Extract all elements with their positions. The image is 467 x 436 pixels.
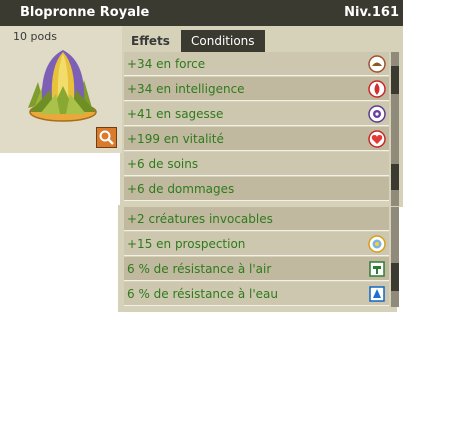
item-name: Blopronne Royale xyxy=(20,5,150,20)
effect-row: 6 % de résistance à l'eau xyxy=(124,282,389,306)
magnifier-icon xyxy=(99,130,114,145)
effect-row: +6 de soins xyxy=(124,152,389,176)
effect-text: +6 de soins xyxy=(127,157,199,171)
effect-row: 6 % de résistance à l'air xyxy=(124,257,389,281)
effect-row: +199 en vitalité xyxy=(124,127,389,151)
scrollbar-thumb[interactable] xyxy=(391,263,399,291)
prospection-icon xyxy=(368,235,386,253)
effect-text: 6 % de résistance à l'eau xyxy=(127,287,278,301)
scrollbar-thumb[interactable] xyxy=(391,66,399,94)
effect-text: +2 créatures invocables xyxy=(127,212,273,226)
effect-row: +2 créatures invocables xyxy=(124,207,389,231)
effect-text: +34 en force xyxy=(127,57,206,71)
effect-row: +15 en prospection xyxy=(124,232,389,256)
scrollbar-upper[interactable] xyxy=(391,52,399,152)
effect-text: +6 de dommages xyxy=(127,182,235,196)
tab-bar: Effets Conditions xyxy=(122,26,403,52)
effect-text: +41 en sagesse xyxy=(127,107,224,121)
effect-text: +34 en intelligence xyxy=(127,82,245,96)
item-level: Niv.161 xyxy=(344,5,399,20)
earth-element-icon xyxy=(368,55,386,73)
title-bar: Blopronne Royale Niv.161 xyxy=(0,0,403,26)
tab-conditions[interactable]: Conditions xyxy=(181,30,265,52)
scrollbar-middle[interactable] xyxy=(391,152,399,206)
crown-item-image xyxy=(28,50,97,122)
item-preview: 10 pods xyxy=(0,26,122,153)
effect-text: +199 en vitalité xyxy=(127,132,224,146)
effect-row: +6 de dommages xyxy=(124,177,389,201)
effect-row: +34 en intelligence xyxy=(124,77,389,101)
effect-row: +34 en force xyxy=(124,52,389,76)
effect-row: +41 en sagesse xyxy=(124,102,389,126)
fire-element-icon xyxy=(368,80,386,98)
wisdom-icon xyxy=(368,105,386,123)
tab-effects[interactable]: Effets xyxy=(125,30,182,52)
preview-zoom-button[interactable] xyxy=(96,127,117,148)
scrollbar-lower[interactable] xyxy=(391,207,399,307)
effect-text: 6 % de résistance à l'air xyxy=(127,262,272,276)
scrollbar-thumb[interactable] xyxy=(391,164,399,190)
vitality-heart-icon xyxy=(368,130,386,148)
water-element-icon xyxy=(369,286,385,302)
air-element-icon xyxy=(369,261,385,277)
effect-text: +15 en prospection xyxy=(127,237,246,251)
